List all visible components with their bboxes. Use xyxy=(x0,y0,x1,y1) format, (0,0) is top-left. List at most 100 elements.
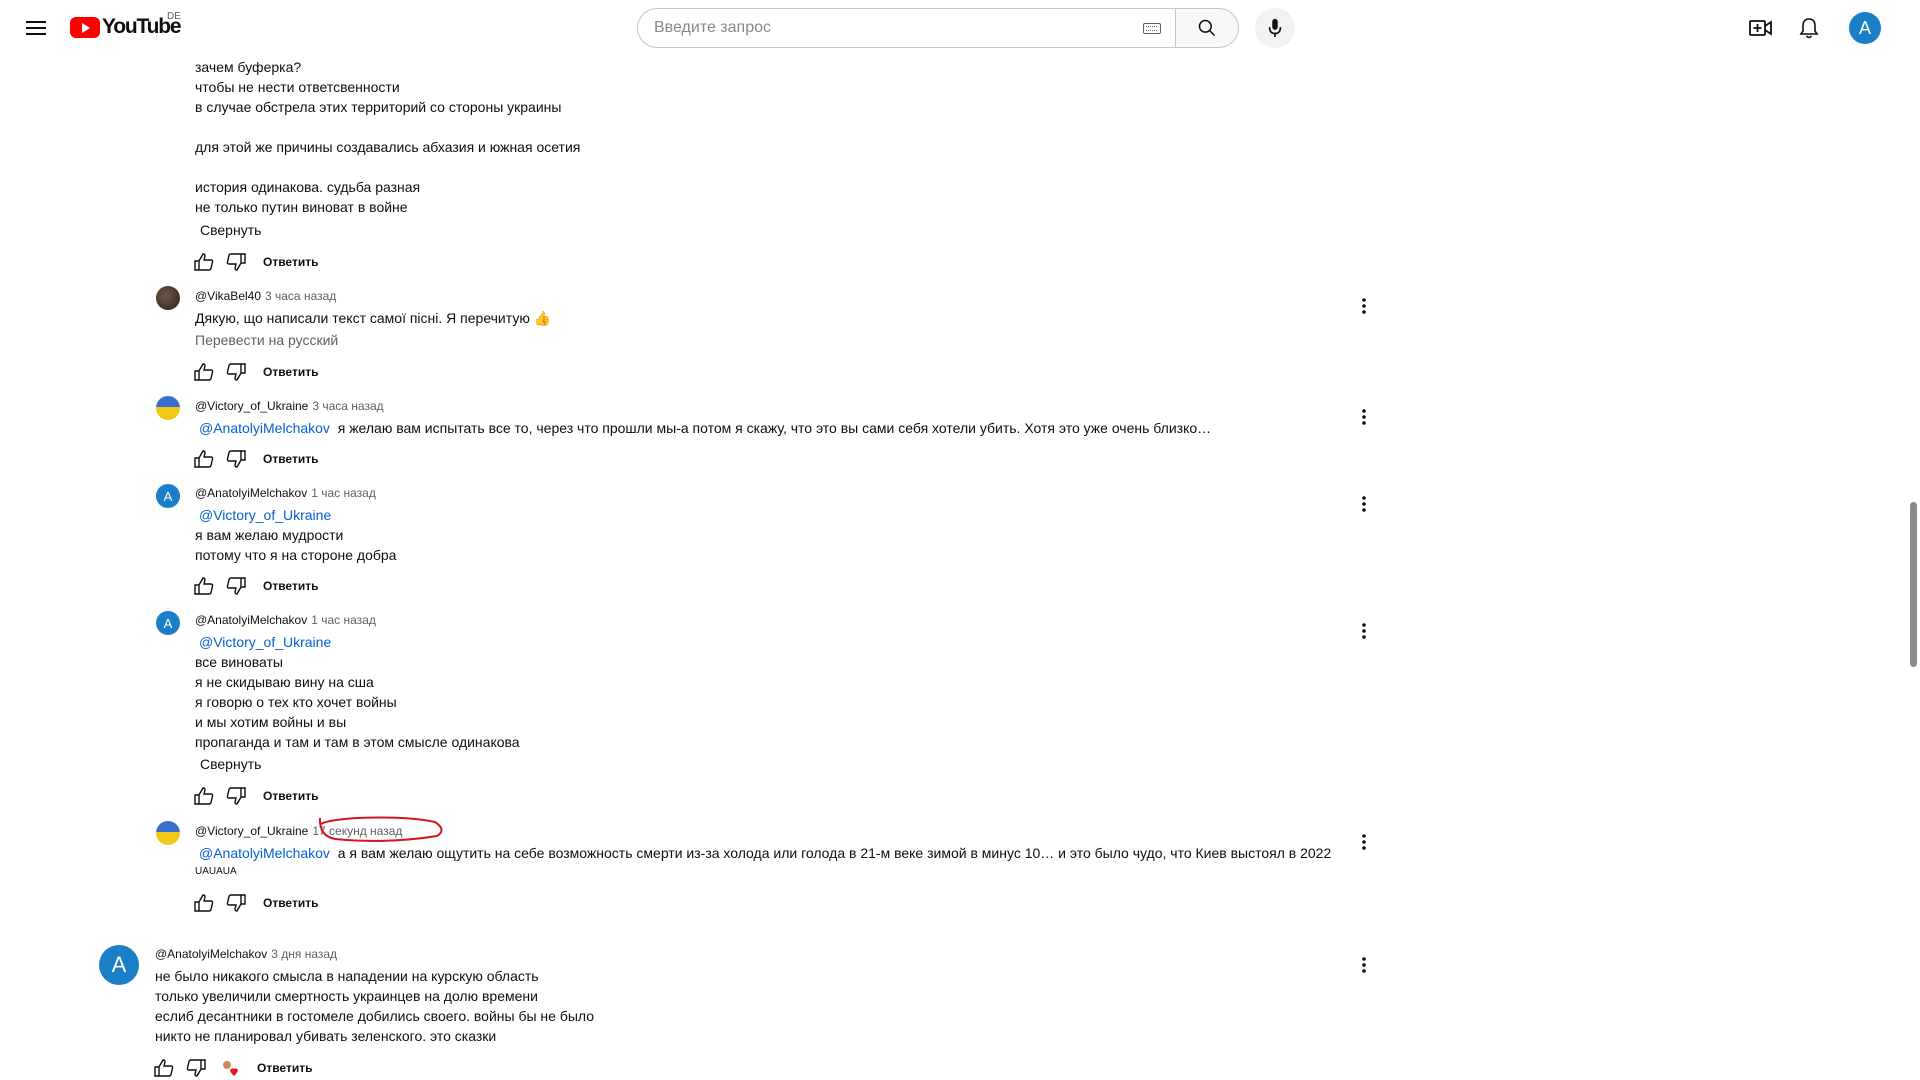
reply-button[interactable]: Ответить xyxy=(263,896,318,910)
dislike-button[interactable] xyxy=(225,893,247,913)
comment-text-line: пропаганда и там и там в этом смысле оди… xyxy=(195,734,520,750)
comment-text-line: все виноваты xyxy=(195,654,283,670)
comment-actions: Ответить xyxy=(153,1058,312,1078)
microphone-icon xyxy=(1268,18,1282,38)
comment-text-line: не только путин виноват в войне xyxy=(195,199,408,215)
mention-link[interactable]: @AnatolyiMelchakov xyxy=(199,845,330,861)
comment-text-line: чтобы не нести ответсвенности xyxy=(195,79,400,95)
like-button[interactable] xyxy=(193,893,215,913)
comment-author[interactable]: @Victory_of_Ukraine xyxy=(195,824,308,838)
avatar[interactable]: A xyxy=(156,484,180,508)
more-actions-button[interactable] xyxy=(1352,619,1376,643)
dislike-button[interactable] xyxy=(225,362,247,382)
create-video-icon xyxy=(1749,20,1772,36)
reply-button[interactable]: Ответить xyxy=(263,365,318,379)
thumbs-down-icon xyxy=(226,450,246,468)
comment-text: @Victory_of_Ukraine xyxy=(199,632,331,652)
keyboard-icon[interactable] xyxy=(1143,23,1161,34)
like-button[interactable] xyxy=(193,362,215,382)
youtube-logo[interactable]: YouTube DE xyxy=(70,11,182,39)
comment-time[interactable]: 3 дня назад xyxy=(271,947,337,961)
thumbs-down-icon xyxy=(226,363,246,381)
mention-link[interactable]: @Victory_of_Ukraine xyxy=(199,507,331,523)
comment-time[interactable]: 3 часа назад xyxy=(312,399,383,413)
comment-header: @Victory_of_Ukraine 3 часа назад xyxy=(195,398,384,414)
comment-text-line: еслиб десантники в гостомеле добились св… xyxy=(155,1008,595,1024)
comment-header: @AnatolyiMelchakov 1 час назад xyxy=(195,612,376,628)
comment-author[interactable]: @Victory_of_Ukraine xyxy=(195,399,308,413)
more-vert-icon xyxy=(1362,496,1366,512)
dislike-button[interactable] xyxy=(225,449,247,469)
comment-text: @Victory_of_Ukraine xyxy=(199,505,331,525)
mention-link[interactable]: @Victory_of_Ukraine xyxy=(199,634,331,650)
like-button[interactable] xyxy=(153,1058,175,1078)
thumbs-up-icon xyxy=(154,1059,174,1077)
comment-text-line: в случае обстрела этих территорий со сто… xyxy=(195,99,562,115)
translate-button[interactable]: Перевести на русский xyxy=(195,332,338,348)
mention-link[interactable]: @AnatolyiMelchakov xyxy=(199,420,330,436)
like-button[interactable] xyxy=(193,576,215,596)
more-actions-button[interactable] xyxy=(1352,830,1376,854)
like-button[interactable] xyxy=(193,252,215,272)
comment-text-line: для этой же причины создавались абхазия … xyxy=(195,139,581,155)
play-icon xyxy=(70,16,100,38)
reply-button[interactable]: Ответить xyxy=(263,789,318,803)
comment-author[interactable]: @AnatolyiMelchakov xyxy=(155,947,267,961)
more-actions-button[interactable] xyxy=(1352,953,1376,977)
avatar[interactable]: A xyxy=(156,611,180,635)
dislike-button[interactable] xyxy=(225,252,247,272)
voice-search-button[interactable] xyxy=(1255,8,1295,48)
search-input[interactable] xyxy=(654,19,1114,37)
account-avatar[interactable]: A xyxy=(1849,12,1881,44)
notifications-button[interactable] xyxy=(1791,12,1827,44)
avatar[interactable] xyxy=(156,821,180,845)
comment-text: Дякую, що написали текст самої пісні. Я … xyxy=(195,310,552,326)
comment-text-line: не было никакого смысла в нападении на к… xyxy=(155,968,539,984)
like-button[interactable] xyxy=(193,449,215,469)
thumbs-up-icon xyxy=(194,363,214,381)
comment-actions: Ответить xyxy=(193,252,318,272)
comment-author[interactable]: @VikaBel40 xyxy=(195,289,261,303)
bell-icon xyxy=(1799,18,1819,39)
more-vert-icon xyxy=(1362,834,1366,850)
search-icon xyxy=(1198,19,1216,37)
comment-time[interactable]: 1 час назад xyxy=(311,613,376,627)
comment-text-line: я не скидываю вину на сша xyxy=(195,674,374,690)
comment-text-line: только увеличили смертность украинцев на… xyxy=(155,988,538,1004)
dislike-button[interactable] xyxy=(225,576,247,596)
search-button[interactable] xyxy=(1175,8,1239,48)
more-actions-button[interactable] xyxy=(1352,294,1376,318)
comment-header: @AnatolyiMelchakov 3 дня назад xyxy=(155,946,337,962)
reply-button[interactable]: Ответить xyxy=(263,255,318,269)
comment-text-line: никто не планировал убивать зеленского. … xyxy=(155,1028,497,1044)
comment-time[interactable]: 1 час назад xyxy=(311,486,376,500)
more-vert-icon xyxy=(1362,957,1366,973)
reply-button[interactable]: Ответить xyxy=(263,452,318,466)
comment-actions: Ответить xyxy=(193,893,318,913)
comment-header: @VikaBel40 3 часа назад xyxy=(195,288,336,304)
reply-button[interactable]: Ответить xyxy=(257,1061,312,1075)
reply-button[interactable]: Ответить xyxy=(263,579,318,593)
comment-text-line: и мы хотим войны и вы xyxy=(195,714,347,730)
avatar[interactable] xyxy=(156,396,180,420)
collapse-button[interactable]: Свернуть xyxy=(200,756,261,772)
dislike-button[interactable] xyxy=(225,786,247,806)
create-button[interactable] xyxy=(1743,12,1779,44)
more-vert-icon xyxy=(1362,409,1366,425)
scrollbar-thumb[interactable] xyxy=(1910,502,1917,667)
creator-heart-icon xyxy=(219,1058,241,1078)
avatar[interactable] xyxy=(156,286,180,310)
comment-author[interactable]: @AnatolyiMelchakov xyxy=(195,613,307,627)
dislike-button[interactable] xyxy=(185,1058,207,1078)
comment-text-line: я вам желаю мудрости xyxy=(195,527,344,543)
avatar[interactable]: A xyxy=(99,945,139,985)
collapse-button[interactable]: Свернуть xyxy=(200,222,261,238)
more-actions-button[interactable] xyxy=(1352,492,1376,516)
like-button[interactable] xyxy=(193,786,215,806)
comment-time[interactable]: 3 часа назад xyxy=(265,289,336,303)
comment-author[interactable]: @AnatolyiMelchakov xyxy=(195,486,307,500)
comment-text-line: история одинакова. судьба разная xyxy=(195,179,421,195)
thumbs-up-icon xyxy=(194,450,214,468)
menu-icon[interactable] xyxy=(18,12,54,44)
more-actions-button[interactable] xyxy=(1352,405,1376,429)
